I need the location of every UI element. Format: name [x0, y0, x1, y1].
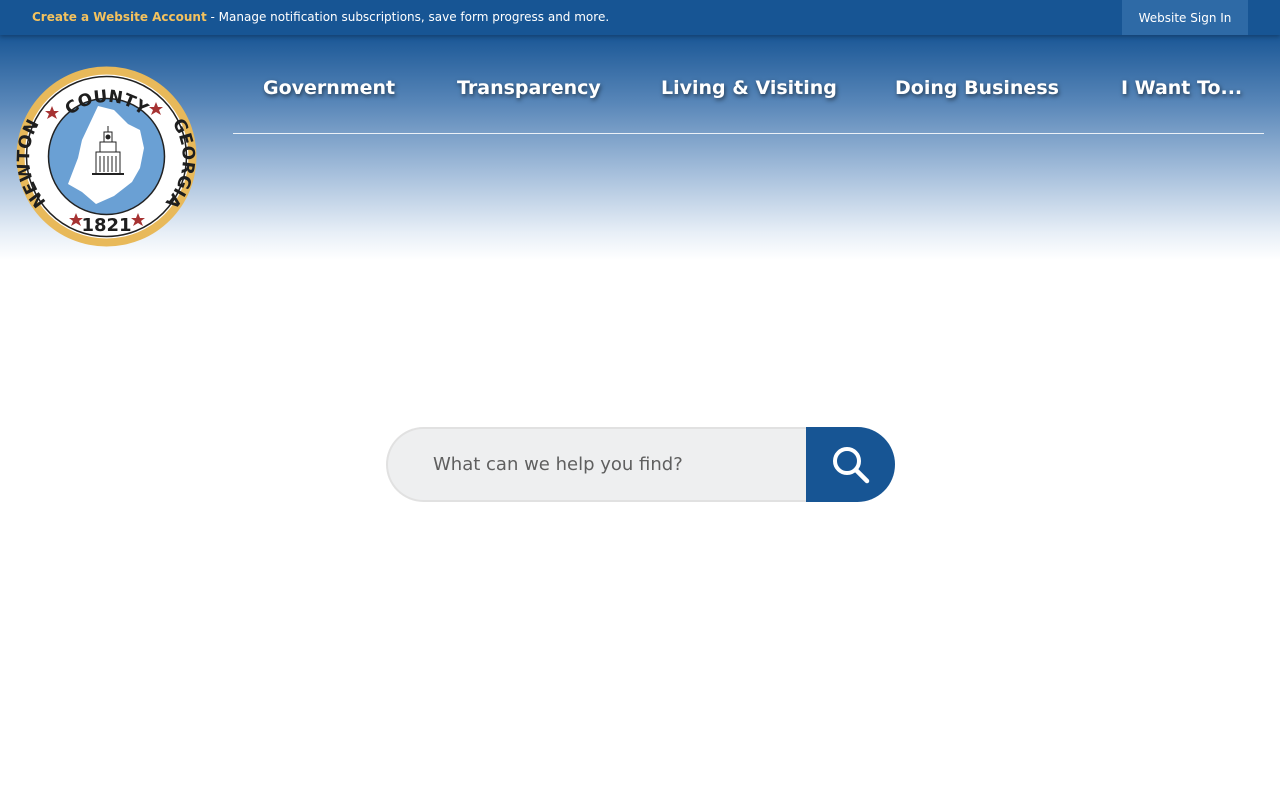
site-search: [386, 427, 895, 502]
main-navigation: Government Transparency Living & Visitin…: [233, 68, 1264, 134]
nav-item-doing-business[interactable]: Doing Business: [895, 68, 1059, 108]
search-button[interactable]: [806, 427, 895, 502]
county-seal-logo[interactable]: COUNTY NEWTON GEORGIA 1821: [14, 66, 198, 247]
nav-item-living-visiting[interactable]: Living & Visiting: [661, 68, 837, 108]
create-account-link[interactable]: Create a Website Account: [32, 10, 207, 24]
nav-item-i-want-to[interactable]: I Want To...: [1121, 68, 1242, 108]
sign-in-button[interactable]: Website Sign In: [1122, 0, 1248, 35]
search-input[interactable]: [386, 427, 826, 502]
account-message: Create a Website Account - Manage notifi…: [32, 10, 609, 24]
nav-item-transparency[interactable]: Transparency: [457, 68, 601, 108]
seal-year: 1821: [81, 215, 131, 236]
account-bar: Create a Website Account - Manage notifi…: [0, 0, 1280, 35]
search-icon: [832, 446, 869, 483]
account-message-text: - Manage notification subscriptions, sav…: [206, 10, 610, 24]
nav-item-government[interactable]: Government: [263, 68, 395, 108]
